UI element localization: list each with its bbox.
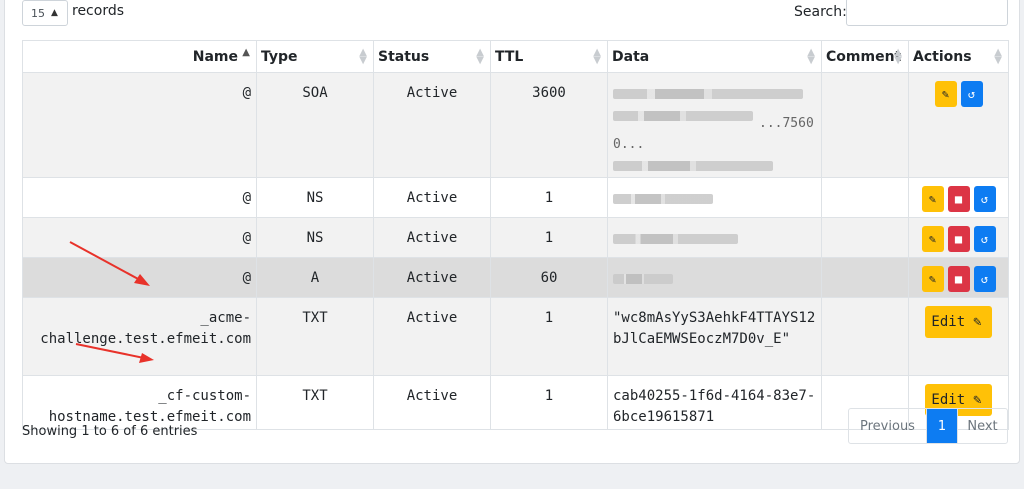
- column-header-name[interactable]: Name ▲: [22, 40, 257, 73]
- record-type: NS: [256, 217, 374, 258]
- record-name: _cf-custom-hostname.test.efmeit.com: [22, 375, 257, 430]
- next-page-button[interactable]: Next: [957, 409, 1007, 443]
- record-comment: [821, 177, 909, 218]
- pencil-square-icon: ✎: [973, 313, 982, 330]
- records-per-page-select[interactable]: 15 ▲: [22, 0, 68, 26]
- record-actions: ✎ ■ ↺: [908, 177, 1009, 218]
- record-data-redacted: [607, 217, 822, 258]
- delete-button[interactable]: ■: [947, 226, 970, 252]
- column-header-ttl[interactable]: TTL ▲ ▼: [490, 40, 608, 73]
- table-row: @ NS Active 1 ✎ ■ ↺: [22, 217, 1009, 258]
- history-icon: ↺: [980, 271, 989, 286]
- column-header-actions[interactable]: Actions ▲ ▼: [908, 40, 1009, 73]
- history-icon: ↺: [980, 231, 989, 246]
- previous-page-button[interactable]: Previous: [849, 409, 927, 443]
- history-button[interactable]: ↺: [973, 226, 996, 252]
- record-name: @: [22, 217, 257, 258]
- records-label: records: [72, 3, 125, 19]
- page-1-button[interactable]: 1: [927, 409, 957, 443]
- record-ttl: 3600: [490, 72, 608, 178]
- sort-asc-icon: ▲: [242, 47, 250, 58]
- column-header-data[interactable]: Data ▲ ▼: [607, 40, 822, 73]
- sort-arrows-icon: ▲ ▼: [894, 47, 902, 66]
- record-type: NS: [256, 177, 374, 218]
- record-comment: [821, 257, 909, 298]
- record-actions: Edit ✎: [908, 297, 1009, 376]
- pagination: Previous 1 Next: [848, 408, 1008, 444]
- column-header-status[interactable]: Status ▲ ▼: [373, 40, 491, 73]
- pencil-square-icon: ✎: [928, 191, 937, 206]
- record-status: Active: [373, 177, 491, 218]
- edit-button[interactable]: ✎: [934, 81, 957, 107]
- record-status: Active: [373, 217, 491, 258]
- sort-arrows-icon: ▲ ▼: [807, 47, 815, 66]
- pencil-square-icon: ✎: [928, 271, 937, 286]
- record-status: Active: [373, 257, 491, 298]
- history-icon: ↺: [980, 191, 989, 206]
- record-type: SOA: [256, 72, 374, 178]
- column-header-comment[interactable]: Comment ▲ ▼: [821, 40, 909, 73]
- record-ttl: 1: [490, 177, 608, 218]
- dns-records-table: Name ▲ Type ▲ ▼ Status ▲ ▼ TTL ▲ ▼ Data ▲ ▼ Comme…: [22, 40, 1009, 430]
- edit-button[interactable]: ✎: [921, 186, 944, 212]
- trash-icon: ■: [954, 231, 963, 246]
- record-comment: [821, 297, 909, 376]
- record-status: Active: [373, 72, 491, 178]
- record-status: Active: [373, 297, 491, 376]
- table-row: @ SOA Active 3600 ...7560 0... ✎ ↺: [22, 72, 1009, 178]
- record-type: TXT: [256, 297, 374, 376]
- table-row: @ NS Active 1 ✎ ■ ↺: [22, 177, 1009, 218]
- record-comment: [821, 217, 909, 258]
- record-type: A: [256, 257, 374, 298]
- record-actions: ✎ ■ ↺: [908, 257, 1009, 298]
- table-row: @ A Active 60 ✎ ■ ↺: [22, 257, 1009, 298]
- record-name: _acme-challenge.test.efmeit.com: [22, 297, 257, 376]
- sort-arrows-icon: ▲ ▼: [359, 47, 367, 66]
- record-data: cab40255-1f6d-4164-83e7-6bce19615871: [607, 375, 822, 430]
- table-header-row: Name ▲ Type ▲ ▼ Status ▲ ▼ TTL ▲ ▼ Data ▲ ▼ Comme…: [22, 40, 1009, 73]
- record-ttl: 1: [490, 217, 608, 258]
- record-data-redacted: [607, 257, 822, 298]
- history-icon: ↺: [967, 86, 976, 101]
- history-button[interactable]: ↺: [973, 186, 996, 212]
- record-data-redacted: [607, 177, 822, 218]
- sort-arrows-icon: ▲ ▼: [593, 47, 601, 66]
- search-label: Search:: [794, 4, 847, 20]
- edit-button[interactable]: ✎: [921, 226, 944, 252]
- record-actions: ✎ ■ ↺: [908, 217, 1009, 258]
- table-row: _acme-challenge.test.efmeit.com TXT Acti…: [22, 297, 1009, 376]
- record-name: @: [22, 257, 257, 298]
- edit-button[interactable]: ✎: [921, 266, 944, 292]
- delete-button[interactable]: ■: [947, 186, 970, 212]
- record-ttl: 60: [490, 257, 608, 298]
- pencil-square-icon: ✎: [941, 86, 950, 101]
- record-actions: ✎ ↺: [908, 72, 1009, 178]
- search-input[interactable]: [846, 0, 1008, 26]
- record-comment: [821, 72, 909, 178]
- column-header-type[interactable]: Type ▲ ▼: [256, 40, 374, 73]
- record-data: "wc8mAsYyS3AehkF4TTAYS12bJlCaEMWSEoczM7D…: [607, 297, 822, 376]
- record-ttl: 1: [490, 375, 608, 430]
- trash-icon: ■: [954, 271, 963, 286]
- sort-arrows-icon: ▲ ▼: [994, 47, 1002, 66]
- record-ttl: 1: [490, 297, 608, 376]
- record-name: @: [22, 72, 257, 178]
- history-button[interactable]: ↺: [960, 81, 983, 107]
- history-button[interactable]: ↺: [973, 266, 996, 292]
- record-status: Active: [373, 375, 491, 430]
- sort-arrows-icon: ▲ ▼: [476, 47, 484, 66]
- table-info: Showing 1 to 6 of 6 entries: [22, 424, 198, 439]
- delete-button[interactable]: ■: [947, 266, 970, 292]
- pencil-square-icon: ✎: [928, 231, 937, 246]
- trash-icon: ■: [954, 191, 963, 206]
- record-data-redacted: ...7560 0...: [607, 72, 822, 178]
- record-type: TXT: [256, 375, 374, 430]
- record-name: @: [22, 177, 257, 218]
- edit-button[interactable]: Edit ✎: [925, 306, 992, 338]
- select-arrows-icon: ▲: [51, 8, 58, 18]
